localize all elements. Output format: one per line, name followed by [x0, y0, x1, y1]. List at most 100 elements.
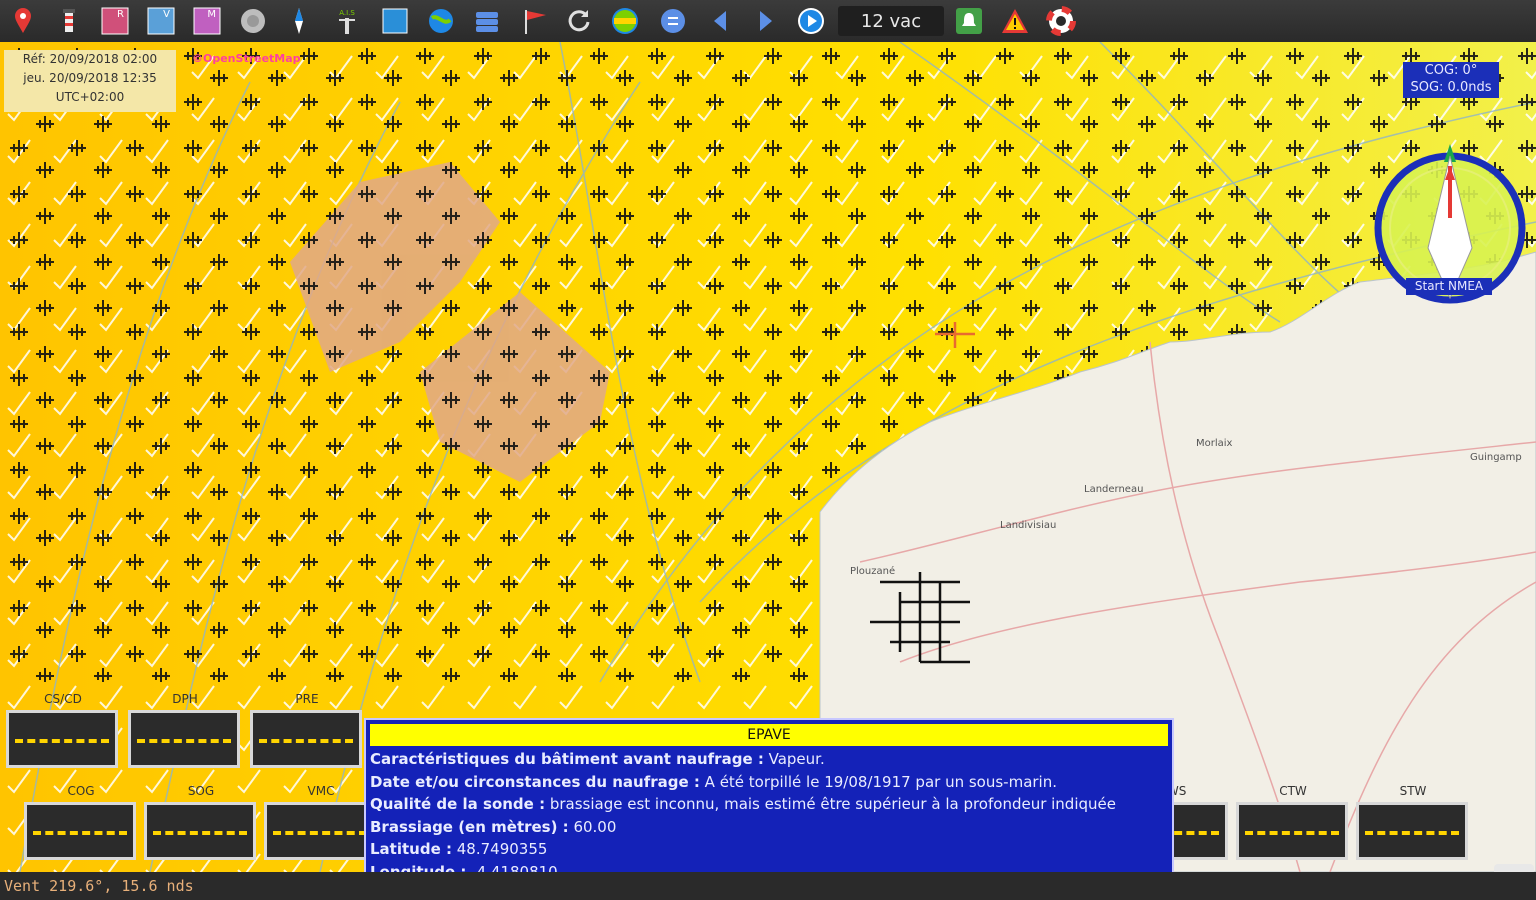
lifebuoy-icon — [1046, 6, 1076, 36]
town-label: Morlaix — [1196, 438, 1233, 449]
instrument-label: SOG — [187, 784, 215, 798]
map-square-button[interactable] — [378, 4, 412, 38]
gray-circle-button[interactable] — [236, 4, 270, 38]
close-circle-button[interactable] — [656, 4, 690, 38]
layers-icon — [476, 12, 498, 32]
no-value-dashes — [15, 739, 109, 743]
town-label: Guingamp — [1470, 452, 1522, 463]
instrument-label: PRE — [295, 692, 319, 706]
instrument-cs-cd[interactable] — [6, 710, 118, 768]
lighthouse-button[interactable] — [52, 4, 86, 38]
lifebuoy-button[interactable] — [1044, 4, 1078, 38]
popup-row-label: Longitude : — [370, 862, 467, 873]
play-icon — [798, 8, 824, 34]
popup-row-label: Brassiage (en mètres) : — [370, 817, 569, 836]
weather-circle-icon — [612, 8, 638, 34]
reference-time-box: Réf: 20/09/2018 02:00 jeu. 20/09/2018 12… — [4, 50, 176, 112]
popup-title: EPAVE — [370, 724, 1168, 746]
timezone-line: UTC+02:00 — [55, 90, 125, 104]
no-value-dashes — [137, 739, 231, 743]
chart-r-icon: R — [101, 7, 129, 35]
popup-row-label: Latitude : — [370, 840, 452, 858]
popup-row: Qualité de la sonde : brassiage est inco… — [366, 793, 1172, 816]
town-label: Landerneau — [1084, 484, 1144, 495]
instrument-label: CTW — [1279, 784, 1307, 798]
gps-antenna-icon: A.I.S — [339, 9, 355, 34]
instrument-ctw[interactable] — [1236, 802, 1348, 860]
map-square-icon — [382, 8, 408, 34]
popup-row-value: A été torpillé le 19/08/1917 par un sous… — [699, 772, 1057, 791]
arrow-left-button[interactable] — [704, 4, 738, 38]
popup-row: Date et/ou circonstances du naufrage : A… — [366, 771, 1172, 794]
refresh-button[interactable] — [562, 4, 596, 38]
globe-icon — [429, 9, 453, 33]
instrument-cog[interactable] — [24, 802, 136, 860]
gps-antenna-button[interactable]: A.I.S — [330, 4, 364, 38]
start-nmea-button[interactable]: Start NMEA — [1406, 278, 1492, 295]
globe-button[interactable] — [424, 4, 458, 38]
instrument-stw[interactable] — [1356, 802, 1468, 860]
arrow-right-button[interactable] — [748, 4, 782, 38]
instrument-label: VMC — [307, 784, 335, 798]
no-value-dashes — [33, 831, 127, 835]
popup-row: Caractéristiques du bâtiment avant naufr… — [366, 748, 1172, 771]
instrument-dph[interactable] — [128, 710, 240, 768]
wreck-info-popup[interactable]: EPAVE Caractéristiques du bâtiment avant… — [364, 718, 1174, 872]
instrument-sog[interactable] — [144, 802, 256, 860]
svg-text:M: M — [207, 9, 216, 20]
town-label: Plouzané — [850, 566, 896, 577]
popup-row-value: 60.00 — [568, 817, 617, 836]
svg-text:R: R — [117, 9, 124, 20]
arrow-left-icon — [714, 11, 726, 31]
gray-circle-icon — [241, 9, 265, 33]
svg-text:V: V — [163, 9, 170, 20]
counter-display[interactable]: 12 vac — [838, 6, 944, 36]
chart-r-button[interactable]: R — [98, 4, 132, 38]
svg-text:A.I.S: A.I.S — [339, 9, 355, 17]
instrument-pre[interactable] — [250, 710, 362, 768]
popup-row-value: -4.4180810 — [466, 862, 558, 873]
chart-m-button[interactable]: M — [190, 4, 224, 38]
bell-button[interactable] — [952, 4, 986, 38]
lighthouse-icon — [63, 9, 75, 32]
instrument-vmc[interactable] — [264, 802, 376, 860]
instrument-label: DPH — [172, 692, 198, 706]
compass-rose-icon — [295, 8, 303, 34]
instrument-label: STW — [1399, 784, 1427, 798]
no-value-dashes — [259, 739, 353, 743]
wind-flag-button[interactable] — [518, 4, 552, 38]
layers-button[interactable] — [470, 4, 504, 38]
popup-row: Longitude : -4.4180810 — [366, 861, 1172, 873]
warning-triangle-icon — [1002, 9, 1028, 33]
no-value-dashes — [273, 831, 367, 835]
play-button[interactable] — [794, 4, 828, 38]
popup-row-label: Date et/ou circonstances du naufrage : — [370, 772, 700, 791]
top-toolbar: R V M A.I.S 12 vac — [0, 0, 1536, 43]
cog-sog-display: COG: 0° SOG: 0.0nds — [1403, 62, 1499, 98]
instrument-label: COG — [67, 784, 95, 798]
town-label: Landivisiau — [1000, 520, 1057, 531]
position-marker-icon — [15, 8, 31, 33]
position-marker-button[interactable] — [6, 4, 40, 38]
compass-rose-button[interactable] — [282, 4, 316, 38]
weather-circle-button[interactable] — [608, 4, 642, 38]
refresh-icon — [568, 10, 590, 32]
close-circle-icon — [661, 9, 685, 33]
hamburger-menu-button[interactable] — [1494, 864, 1534, 872]
popup-row-value: 48.7490355 — [451, 840, 548, 858]
popup-row-value: Vapeur. — [763, 750, 825, 768]
warning-triangle-button[interactable] — [998, 4, 1032, 38]
popup-row-label: Caractéristiques du bâtiment avant naufr… — [370, 750, 764, 768]
osm-attribution[interactable]: ©OpenStreetMap — [192, 52, 301, 65]
map-view[interactable]: Réf: 20/09/2018 02:00 jeu. 20/09/2018 12… — [0, 42, 1536, 872]
chart-v-icon: V — [147, 7, 175, 35]
sog-value: SOG: 0.0nds — [1410, 80, 1492, 95]
status-bar: Vent 219.6°, 15.6 nds — [0, 872, 1536, 900]
no-value-dashes — [153, 831, 247, 835]
popup-row: Latitude : 48.7490355 — [366, 838, 1172, 861]
ref-date-line: Réf: 20/09/2018 02:00 — [22, 52, 158, 66]
chart-v-button[interactable]: V — [144, 4, 178, 38]
popup-row: Brassiage (en mètres) : 60.00 — [366, 816, 1172, 839]
wind-flag-icon — [525, 10, 546, 34]
popup-row-label: Qualité de la sonde : — [370, 795, 546, 813]
